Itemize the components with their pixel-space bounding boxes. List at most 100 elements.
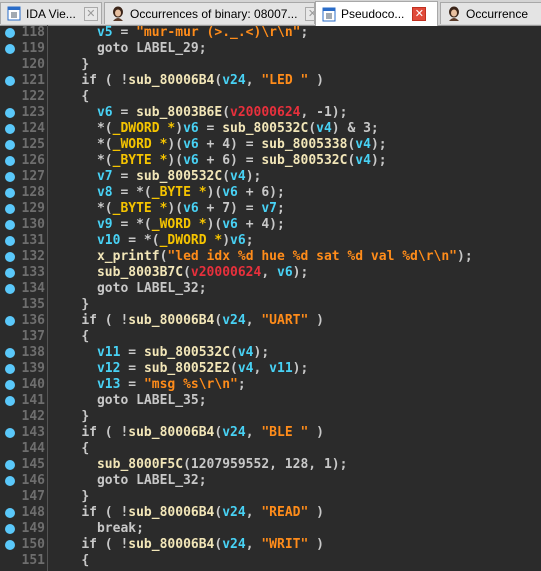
function-token[interactable]: x_printf [97, 249, 160, 264]
variable-token[interactable]: v24 [222, 425, 245, 440]
code-line[interactable]: 148 if ( !sub_80006B4(v24, "READ" ) [0, 505, 541, 521]
breakpoint-marker-icon[interactable] [5, 188, 15, 198]
code-line[interactable]: 133 sub_8003B7C(v20000624, v6); [0, 265, 541, 281]
breakpoint-marker-icon[interactable] [5, 204, 15, 214]
variable-token[interactable]: v6 [222, 217, 238, 232]
variable-token[interactable]: v6 [97, 105, 113, 120]
function-token[interactable]: sub_80006B4 [128, 505, 214, 520]
code-line[interactable]: 141 goto LABEL_35; [0, 393, 541, 409]
breakpoint-marker-icon[interactable] [5, 508, 15, 518]
code-line[interactable]: 131 v10 = *(_DWORD *)v6; [0, 233, 541, 249]
code-line[interactable]: 139 v12 = sub_80052E2(v4, v11); [0, 361, 541, 377]
code-line[interactable]: 118 v5 = "mur-mur (>._.<)\r\n"; [0, 25, 541, 41]
variable-token[interactable]: v24 [222, 313, 245, 328]
breakpoint-marker-icon[interactable] [5, 220, 15, 230]
variable-token[interactable]: v10 [97, 233, 120, 248]
breakpoint-marker-icon[interactable] [5, 124, 15, 134]
variable-token[interactable]: v4 [238, 345, 254, 360]
function-token[interactable]: sub_8000F5C [97, 457, 183, 472]
close-tab-icon[interactable]: ✕ [83, 6, 98, 21]
breakpoint-marker-icon[interactable] [5, 540, 15, 550]
breakpoint-marker-icon[interactable] [5, 172, 15, 182]
function-token[interactable]: sub_8003B6E [136, 105, 222, 120]
breakpoint-marker-icon[interactable] [5, 364, 15, 374]
tab-ida-vie[interactable]: IDA Vie... ✕ [0, 2, 102, 24]
code-line[interactable]: 149 break; [0, 521, 541, 537]
breakpoint-marker-icon[interactable] [5, 236, 15, 246]
variable-token[interactable]: v24 [222, 537, 245, 552]
code-line[interactable]: 128 v8 = *(_BYTE *)(v6 + 6); [0, 185, 541, 201]
breakpoint-marker-icon[interactable] [5, 348, 15, 358]
code-line[interactable]: 120 } [0, 57, 541, 73]
code-line[interactable]: 138 v11 = sub_800532C(v4); [0, 345, 541, 361]
code-line[interactable]: 143 if ( !sub_80006B4(v24, "BLE " ) [0, 425, 541, 441]
breakpoint-marker-icon[interactable] [5, 156, 15, 166]
tab-pseudoco[interactable]: Pseudoco... ✕ [315, 1, 438, 26]
code-line[interactable]: 134 goto LABEL_32; [0, 281, 541, 297]
code-line[interactable]: 127 v7 = sub_800532C(v4); [0, 169, 541, 185]
code-line[interactable]: 126 *(_BYTE *)(v6 + 6) = sub_800532C(v4)… [0, 153, 541, 169]
breakpoint-marker-icon[interactable] [5, 460, 15, 470]
code-line[interactable]: 132 x_printf("led idx %d hue %d sat %d v… [0, 249, 541, 265]
breakpoint-marker-icon[interactable] [5, 28, 15, 38]
variable-token[interactable]: v24 [222, 73, 245, 88]
constant-token[interactable]: v20000624 [230, 105, 300, 120]
variable-token[interactable]: v13 [97, 377, 120, 392]
constant-token[interactable]: v20000624 [191, 265, 261, 280]
function-token[interactable]: sub_800532C [144, 345, 230, 360]
function-token[interactable]: sub_80006B4 [128, 313, 214, 328]
code-line[interactable]: 150 if ( !sub_80006B4(v24, "WRIT" ) [0, 537, 541, 553]
variable-token[interactable]: v6 [183, 153, 199, 168]
code-line[interactable]: 125 *(_WORD *)(v6 + 4) = sub_8005338(v4)… [0, 137, 541, 153]
function-token[interactable]: sub_80006B4 [128, 425, 214, 440]
code-line[interactable]: 136 if ( !sub_80006B4(v24, "UART" ) [0, 313, 541, 329]
breakpoint-marker-icon[interactable] [5, 76, 15, 86]
variable-token[interactable]: v4 [355, 137, 371, 152]
code-line[interactable]: 137 { [0, 329, 541, 345]
variable-token[interactable]: v24 [222, 505, 245, 520]
close-tab-icon[interactable]: ✕ [412, 7, 427, 21]
variable-token[interactable]: v8 [97, 185, 113, 200]
function-token[interactable]: sub_80052E2 [144, 361, 230, 376]
code-line[interactable]: 144 { [0, 441, 541, 457]
code-line[interactable]: 123 v6 = sub_8003B6E(v20000624, -1); [0, 105, 541, 121]
function-token[interactable]: sub_800532C [136, 169, 222, 184]
variable-token[interactable]: v5 [97, 25, 113, 40]
code-line[interactable]: 151 { [0, 553, 541, 569]
code-line[interactable]: 147 } [0, 489, 541, 505]
close-tab-icon[interactable]: ✕ [305, 6, 314, 21]
breakpoint-marker-icon[interactable] [5, 524, 15, 534]
function-token[interactable]: sub_80006B4 [128, 73, 214, 88]
variable-token[interactable]: v6 [222, 185, 238, 200]
variable-token[interactable]: v11 [269, 361, 292, 376]
function-token[interactable]: sub_8005338 [261, 137, 347, 152]
code-line[interactable]: 124 *(_DWORD *)v6 = sub_800532C(v4) & 3; [0, 121, 541, 137]
code-line[interactable]: 135 } [0, 297, 541, 313]
variable-token[interactable]: v6 [277, 265, 293, 280]
variable-token[interactable]: v6 [183, 137, 199, 152]
code-line[interactable]: 140 v13 = "msg %s\r\n"; [0, 377, 541, 393]
breakpoint-marker-icon[interactable] [5, 108, 15, 118]
breakpoint-marker-icon[interactable] [5, 380, 15, 390]
code-line[interactable]: 121 if ( !sub_80006B4(v24, "LED " ) [0, 73, 541, 89]
variable-token[interactable]: v6 [230, 233, 246, 248]
function-token[interactable]: sub_800532C [261, 153, 347, 168]
code-line[interactable]: 122 { [0, 89, 541, 105]
variable-token[interactable]: v12 [97, 361, 120, 376]
variable-token[interactable]: v4 [355, 153, 371, 168]
variable-token[interactable]: v9 [97, 217, 113, 232]
breakpoint-marker-icon[interactable] [5, 316, 15, 326]
variable-token[interactable]: v6 [183, 121, 199, 136]
variable-token[interactable]: v7 [97, 169, 113, 184]
variable-token[interactable]: v11 [97, 345, 120, 360]
tab-occurrence[interactable]: Occurrence [440, 2, 541, 24]
breakpoint-marker-icon[interactable] [5, 428, 15, 438]
variable-token[interactable]: v4 [316, 121, 332, 136]
code-line[interactable]: 130 v9 = *(_WORD *)(v6 + 4); [0, 217, 541, 233]
code-line[interactable]: 119 goto LABEL_29; [0, 41, 541, 57]
breakpoint-marker-icon[interactable] [5, 252, 15, 262]
code-line[interactable]: 142 } [0, 409, 541, 425]
variable-token[interactable]: v7 [261, 201, 277, 216]
breakpoint-marker-icon[interactable] [5, 44, 15, 54]
breakpoint-marker-icon[interactable] [5, 268, 15, 278]
